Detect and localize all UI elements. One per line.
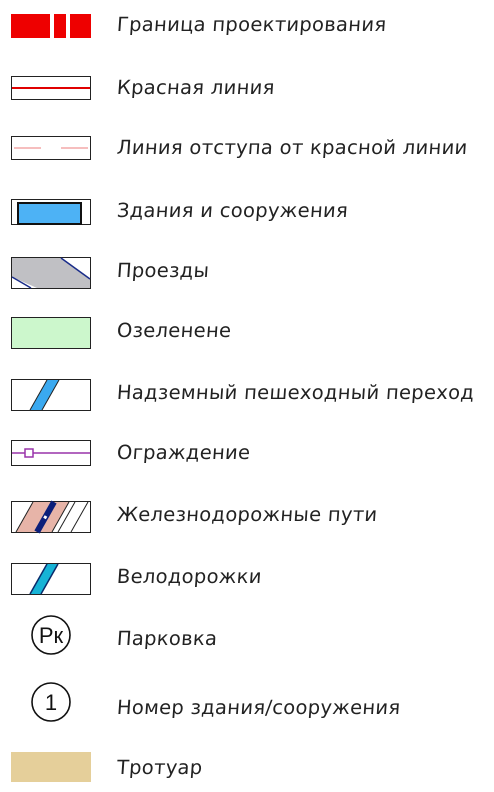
legend-label: Железнодорожные пути: [116, 503, 379, 526]
legend-item-setback-line: Линия отступа от красной линии: [0, 128, 494, 168]
design-boundary-symbol: [11, 9, 91, 41]
parking-symbol: Рк: [11, 615, 91, 657]
legend-label: Проезды: [116, 259, 211, 282]
bike-path-symbol: [11, 561, 91, 595]
legend-item-bike-path: Велодорожки: [0, 557, 494, 597]
buildings-symbol: [11, 195, 91, 227]
legend-item-building-number: 1 Номер здания/сооружения: [0, 682, 494, 724]
legend-page: { "legend": { "items": [ {"label": "Гран…: [0, 0, 494, 785]
legend-label: Озеленене: [116, 319, 233, 342]
legend-label: Красная линия: [116, 76, 276, 99]
legend-item-driveways: Проезды: [0, 251, 494, 291]
legend-item-railway: Железнодорожные пути: [0, 495, 494, 535]
sidewalk-symbol: [11, 752, 91, 782]
fence-symbol: [11, 437, 91, 469]
railway-symbol: [11, 499, 91, 534]
legend-item-buildings: Здания и сооружения: [0, 191, 494, 231]
legend-label: Граница проектирования: [116, 13, 388, 36]
legend-label: Здания и сооружения: [116, 199, 349, 222]
legend-item-footbridge: Надземный пешеходный переход: [0, 373, 494, 413]
legend-item-fence: Ограждение: [0, 433, 494, 473]
setback-line-symbol: [11, 132, 91, 164]
building-number-badge: 1: [45, 690, 57, 715]
legend-label: Номер здания/сооружения: [116, 696, 402, 719]
parking-badge: Рк: [39, 623, 64, 648]
legend-label: Велодорожки: [116, 565, 263, 588]
legend-item-sidewalk: Тротуар: [0, 752, 494, 792]
legend-label: Парковка: [116, 627, 219, 650]
legend-label: Ограждение: [116, 441, 252, 464]
legend-label: Надземный пешеходный переход: [116, 381, 476, 404]
legend-item-red-line: Красная линия: [0, 68, 494, 108]
legend-item-greenery: Озеленене: [0, 311, 494, 351]
footbridge-symbol: [11, 377, 91, 411]
legend-label: Тротуар: [116, 756, 204, 779]
legend-item-design-boundary: Граница проектирования: [0, 5, 494, 45]
driveways-symbol: [11, 255, 91, 289]
building-number-symbol: 1: [11, 682, 91, 724]
legend-item-parking: Рк Парковка: [0, 615, 494, 657]
greenery-symbol: [11, 315, 91, 349]
legend-label: Линия отступа от красной линии: [116, 136, 469, 159]
red-line-symbol: [11, 72, 91, 104]
